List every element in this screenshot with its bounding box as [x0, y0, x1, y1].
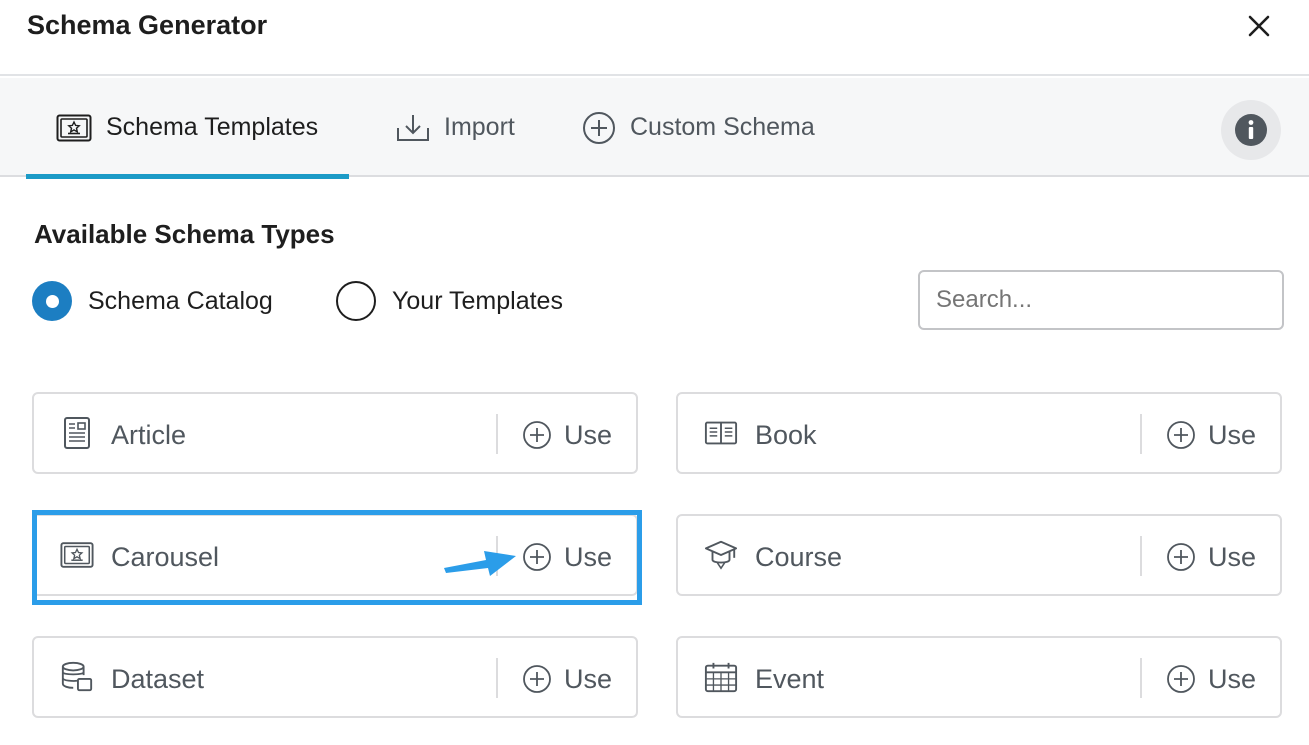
radio-schema-catalog[interactable]: Schema Catalog	[32, 281, 273, 321]
use-button[interactable]: Use	[522, 414, 612, 456]
use-button[interactable]: Use	[522, 658, 612, 700]
use-label: Use	[1208, 663, 1257, 694]
card-label: Dataset	[111, 664, 205, 694]
schema-card-course: Course Use	[676, 514, 1282, 596]
tab-label: Import	[444, 113, 515, 141]
modal-title: Schema Generator	[27, 10, 268, 40]
use-label: Use	[1208, 419, 1257, 450]
use-label: Use	[1208, 541, 1257, 572]
modal-header: Schema Generator	[0, 0, 1309, 76]
schema-card-carousel: Carousel Use	[32, 514, 638, 596]
tab-bar: Schema Templates Import Custom Schema	[0, 78, 1309, 179]
radio-label: Your Templates	[392, 286, 563, 315]
use-label: Use	[564, 663, 613, 694]
schema-card-book: Book Use	[676, 392, 1282, 474]
plus-circle-icon	[1166, 542, 1196, 572]
use-label: Use	[564, 419, 613, 450]
certificate-icon	[56, 114, 92, 142]
card-label: Event	[755, 664, 825, 694]
close-button[interactable]	[1243, 10, 1275, 42]
use-label: Use	[564, 541, 613, 572]
plus-circle-icon	[582, 111, 616, 145]
divider	[1140, 658, 1142, 698]
tab-label: Custom Schema	[630, 113, 815, 141]
book-icon	[704, 416, 738, 450]
arrow-icon	[444, 551, 516, 576]
card-label: Course	[755, 542, 843, 572]
plus-circle-icon	[522, 542, 552, 572]
radio-selected-icon	[32, 281, 72, 321]
plus-circle-icon	[1166, 664, 1196, 694]
article-icon	[60, 416, 94, 450]
certificate-icon	[60, 538, 94, 572]
schema-card-dataset: Dataset Use	[32, 636, 638, 718]
card-label: Article	[111, 420, 187, 450]
info-icon	[1235, 114, 1267, 146]
tab-label: Schema Templates	[106, 113, 319, 141]
download-icon	[396, 113, 430, 143]
divider	[1140, 536, 1142, 576]
radio-your-templates[interactable]: Your Templates	[336, 281, 563, 321]
close-icon	[1248, 15, 1270, 37]
use-button[interactable]: Use	[1166, 414, 1256, 456]
schema-card-article: Article Use	[32, 392, 638, 474]
radio-label: Schema Catalog	[88, 286, 273, 315]
search-input[interactable]	[918, 270, 1284, 330]
plus-circle-icon	[522, 420, 552, 450]
calendar-icon	[704, 660, 738, 694]
section-title: Available Schema Types	[34, 219, 335, 249]
divider	[1140, 414, 1142, 454]
use-button[interactable]: Use	[522, 536, 612, 578]
card-label: Book	[755, 420, 817, 450]
tab-schema-templates[interactable]: Schema Templates	[25, 78, 350, 179]
divider	[496, 658, 498, 698]
tab-import[interactable]: Import	[396, 78, 515, 177]
tab-custom-schema[interactable]: Custom Schema	[582, 78, 815, 177]
graduation-cap-icon	[704, 538, 738, 572]
info-button[interactable]	[1221, 100, 1281, 160]
plus-circle-icon	[1166, 420, 1196, 450]
plus-circle-icon	[522, 664, 552, 694]
schema-card-event: Event Use	[676, 636, 1282, 718]
use-button[interactable]: Use	[1166, 658, 1256, 700]
database-icon	[60, 660, 94, 694]
use-button[interactable]: Use	[1166, 536, 1256, 578]
card-label: Carousel	[111, 542, 220, 572]
divider	[496, 414, 498, 454]
radio-unselected-icon	[336, 281, 376, 321]
